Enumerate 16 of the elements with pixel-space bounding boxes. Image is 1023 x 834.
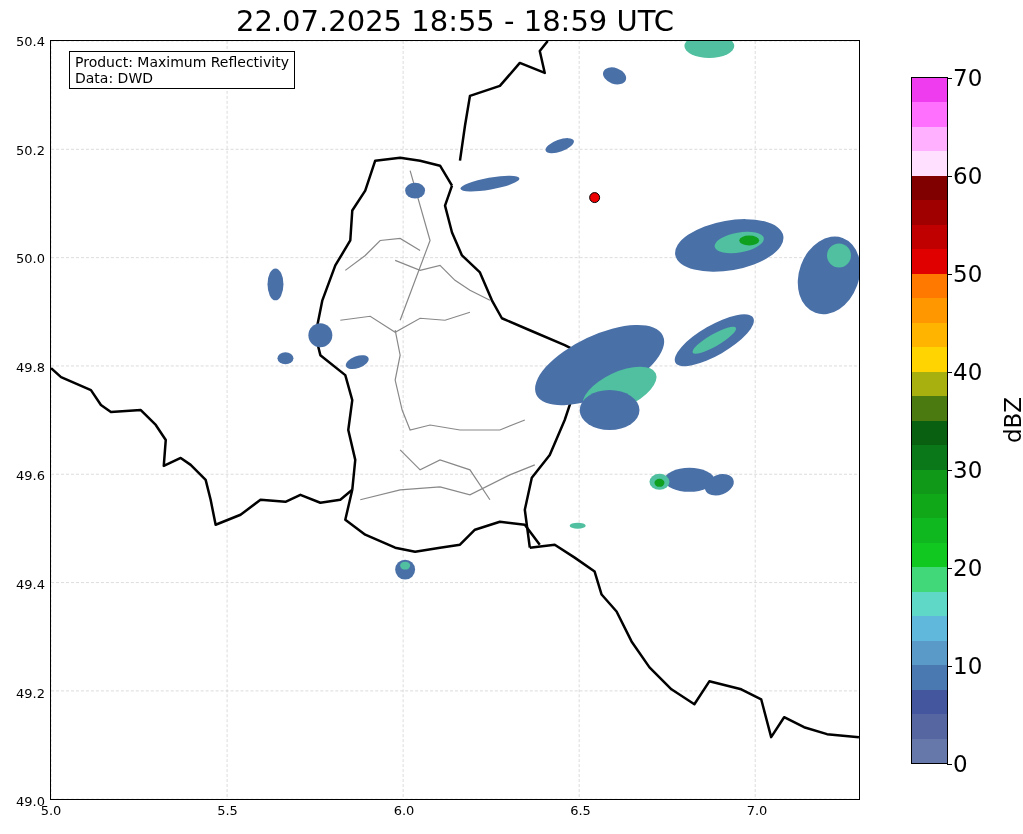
axis-tick-label: 49.2 [16, 685, 45, 701]
axis-tick-label: 6.5 [570, 803, 591, 818]
info-text: Product: Maximum Reflectivity [75, 54, 289, 70]
axis-tick-label: 49.6 [16, 467, 45, 483]
axis-tick-label: 5.5 [217, 803, 238, 818]
axis-tick-label: 50.4 [16, 33, 45, 49]
axis-tick-label: 50.0 [16, 250, 45, 266]
axis-tick-label: 49.4 [16, 576, 45, 592]
axis-tick-label: 6.0 [393, 803, 415, 818]
colorbar-label: dBZ [1000, 396, 1023, 444]
axis-tick-label: 50.2 [16, 142, 45, 158]
location-marker [589, 192, 601, 204]
chart-title: 22.07.2025 18:55 - 18:59 UTC [235, 4, 675, 38]
info-text: Data: DWD [75, 70, 154, 86]
axis-tick-label: 49.8 [16, 359, 45, 375]
axis-tick-label: 7.0 [746, 803, 768, 818]
